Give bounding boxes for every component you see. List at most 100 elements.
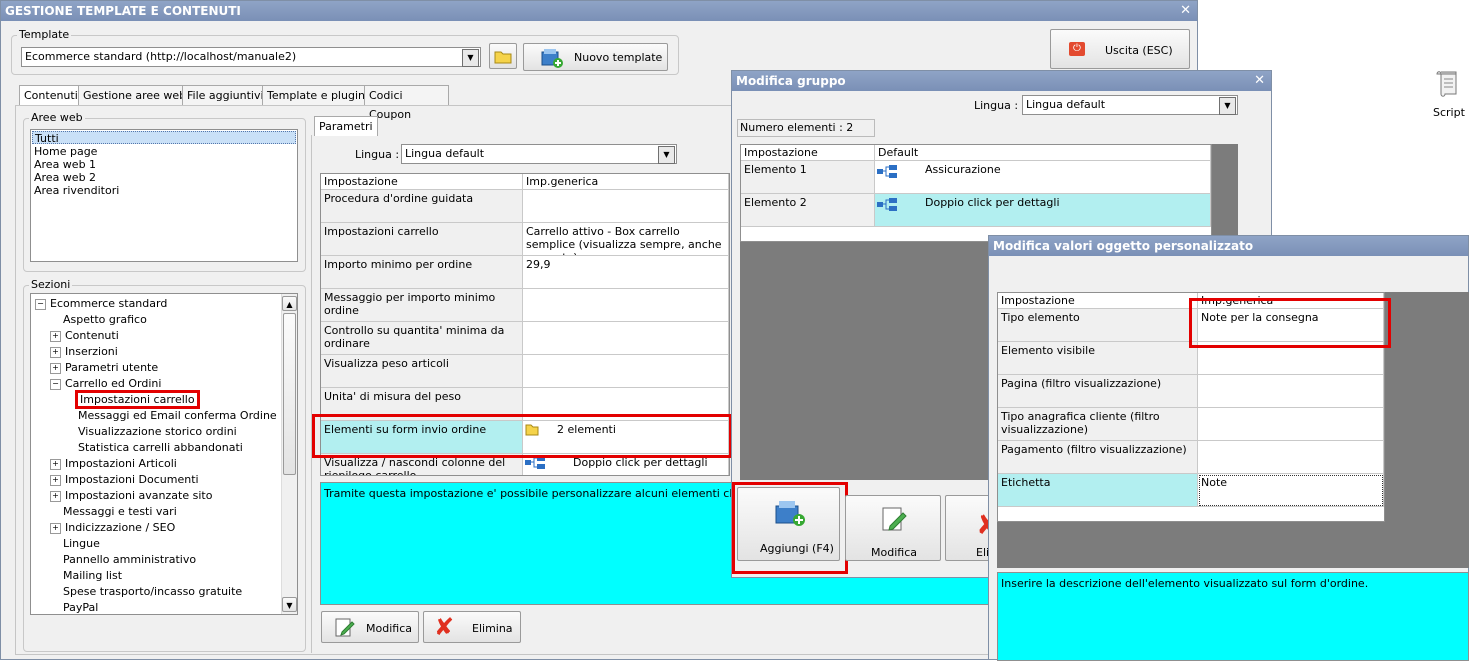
areas-list[interactable]: Tutti Home page Area web 1 Area web 2 Ar… [30,129,298,262]
sections-tree[interactable]: − Ecommerce standard Aspetto grafico + Con… [30,293,298,615]
tree-item-label: Inserzioni [65,345,118,358]
tree-item[interactable]: + Indicizzazione / SEO [31,520,297,536]
tab-template-plugins[interactable]: Template e plugins [262,85,376,105]
object-row-name[interactable]: Pagamento (filtro visualizzazione) [998,441,1198,474]
object-row-name-selected[interactable]: Etichetta [998,474,1198,507]
params-row-name[interactable]: Procedura d'ordine guidata [321,190,523,223]
scroll-icon [1436,71,1457,97]
object-row-name[interactable]: Tipo elemento [998,309,1198,342]
tree-item[interactable]: Spese trasporto/incasso gratuite [31,584,297,600]
tree-item-selected[interactable]: Impostazioni carrello [31,390,297,409]
tab-file-aggiuntivi[interactable]: File aggiuntivi [182,85,269,105]
params-row-value[interactable] [523,190,729,223]
group-row-name[interactable]: Elemento 1 [741,161,875,194]
tree-item[interactable]: + Inserzioni [31,344,297,360]
params-row-value[interactable]: Carrello attivo - Box carrello semplice … [523,223,729,256]
tree-item-label: Carrello ed Ordini [65,377,162,390]
params-row-name[interactable]: Importo minimo per ordine [321,256,523,289]
params-row-value[interactable] [523,355,729,388]
new-template-button[interactable]: Nuovo template [523,43,668,71]
tree-item-label: Parametri utente [65,361,159,374]
folder-icon [494,51,512,64]
tree-item[interactable]: Mailing list [31,568,297,584]
group-modify-button[interactable]: Modifica [845,495,941,561]
tree-item[interactable]: Messaggi ed Email conferma Ordine [31,408,297,424]
object-row-name[interactable]: Pagina (filtro visualizzazione) [998,375,1198,408]
tree-item[interactable]: Aspetto grafico [31,312,297,328]
tree-item[interactable]: + Contenuti [31,328,297,344]
tree-scrollbar[interactable]: ▲ ▼ [281,294,297,614]
object-row-value[interactable] [1198,441,1384,474]
scroll-thumb[interactable] [283,313,296,475]
group-row-name[interactable]: Elemento 2 [741,194,875,227]
tree-item[interactable]: + Impostazioni avanzate sito [31,488,297,504]
expander-icon[interactable]: + [50,458,61,470]
tree-item[interactable]: − Carrello ed Ordini [31,376,297,392]
area-item[interactable]: Area web 2 [34,171,96,184]
tree-item[interactable]: Visualizzazione storico ordini [31,424,297,440]
tab-codici-coupon[interactable]: Codici Coupon [364,85,449,121]
tree-item[interactable]: Messaggi e testi vari [31,504,297,520]
tab-gestione-aree-web[interactable]: Gestione aree web [78,85,192,105]
tab-parametri[interactable]: Parametri [314,116,378,136]
modify-button[interactable]: Modifica [321,611,419,643]
template-select-value: Ecommerce standard (http://localhost/man… [25,50,297,63]
expander-icon[interactable]: + [50,362,61,374]
delete-label: Elimina [472,622,513,635]
scroll-down-button[interactable]: ▼ [282,597,297,612]
params-row-value[interactable]: 29,9 [523,256,729,289]
expander-icon[interactable]: + [50,490,61,502]
tree-item[interactable]: + Impostazioni Articoli [31,456,297,472]
params-row-name[interactable]: Controllo su quantita' minima da ordinar… [321,322,523,355]
new-template-icon [541,49,563,68]
params-row-name[interactable]: Visualizza peso articoli [321,355,523,388]
expander-icon[interactable]: − [35,298,46,310]
close-icon[interactable]: ✕ [1254,71,1265,91]
delete-x-icon: ✘ [434,613,455,641]
tree-item[interactable]: Pannello amministrativo [31,552,297,568]
params-row-name[interactable]: Impostazioni carrello [321,223,523,256]
object-row-name[interactable]: Elemento visibile [998,342,1198,375]
area-item[interactable]: Area rivenditori [34,184,119,197]
expander-icon[interactable]: + [50,522,61,534]
params-row-value[interactable]: Doppio click per dettagli [523,454,729,475]
tree-item[interactable]: − Ecommerce standard [31,296,297,312]
group-grid[interactable]: Impostazione Default Elemento 1 Assicura… [740,144,1212,242]
object-row-value[interactable] [1198,342,1384,375]
object-row-value[interactable] [1198,408,1384,441]
group-row-value[interactable]: Assicurazione [875,161,1211,194]
tree-item[interactable]: + Impostazioni Documenti [31,472,297,488]
object-row-value[interactable] [1198,375,1384,408]
open-folder-button[interactable] [489,43,517,69]
object-row-value-selected[interactable]: Note [1198,474,1384,507]
area-item[interactable]: Area web 1 [34,158,96,171]
template-select[interactable]: Ecommerce standard (http://localhost/man… [21,47,481,67]
script-desktop-icon[interactable]: Script [1420,70,1468,122]
area-item[interactable]: Home page [34,145,97,158]
scroll-up-button[interactable]: ▲ [282,296,297,311]
params-lingua-select[interactable]: Lingua default ▼ [401,144,677,164]
main-title: GESTIONE TEMPLATE E CONTENUTI [5,4,241,18]
close-icon[interactable]: ✕ [1180,1,1191,21]
params-row-name[interactable]: Visualizza / nascondi colonne del riepil… [321,454,523,475]
expander-icon[interactable]: + [50,346,61,358]
params-row-value[interactable] [523,322,729,355]
tree-item[interactable]: Lingue [31,536,297,552]
area-item[interactable]: Tutti [32,131,296,145]
params-row-value[interactable] [523,289,729,322]
group-row-value-selected[interactable]: Doppio click per dettagli [875,194,1211,227]
exit-button[interactable]: ⏻ Uscita (ESC) [1050,29,1190,69]
group-row-value-text: Doppio click per dettagli [925,196,1060,209]
expander-icon[interactable]: − [50,378,61,390]
tree-item[interactable]: Statistica carrelli abbandonati [31,440,297,456]
delete-button[interactable]: ✘ Elimina [423,611,521,643]
params-header-value: Imp.generica [523,174,729,190]
tree-item[interactable]: PayPal [31,600,297,614]
expander-icon[interactable]: + [50,474,61,486]
params-row-name[interactable]: Messaggio per importo minimo ordine [321,289,523,322]
group-lingua-select[interactable]: Lingua default ▼ [1022,95,1238,115]
expander-icon[interactable]: + [50,330,61,342]
tab-contenuti[interactable]: Contenuti [19,85,83,105]
tree-item[interactable]: + Parametri utente [31,360,297,376]
object-row-name[interactable]: Tipo anagrafica cliente (filtro visualiz… [998,408,1198,441]
